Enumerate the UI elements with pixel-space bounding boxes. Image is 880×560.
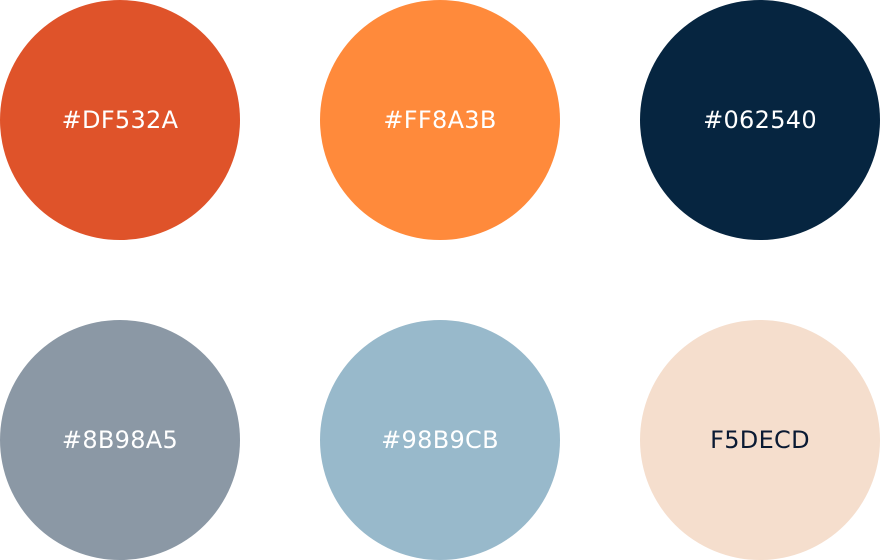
swatch-hex-label: F5DECD	[710, 426, 810, 454]
color-swatch-2: #FF8A3B	[320, 0, 560, 240]
color-swatch-3: #062540	[640, 0, 880, 240]
swatch-hex-label: #062540	[703, 106, 817, 134]
color-swatch-1: #DF532A	[0, 0, 240, 240]
swatch-hex-label: #98B9CB	[381, 426, 499, 454]
color-swatch-4: #8B98A5	[0, 320, 240, 560]
color-swatch-6: F5DECD	[640, 320, 880, 560]
color-palette: #DF532A #FF8A3B #062540 #8B98A5 #98B9CB …	[0, 0, 880, 560]
swatch-hex-label: #8B98A5	[61, 426, 179, 454]
swatch-hex-label: #DF532A	[61, 106, 179, 134]
color-swatch-5: #98B9CB	[320, 320, 560, 560]
swatch-hex-label: #FF8A3B	[383, 106, 497, 134]
